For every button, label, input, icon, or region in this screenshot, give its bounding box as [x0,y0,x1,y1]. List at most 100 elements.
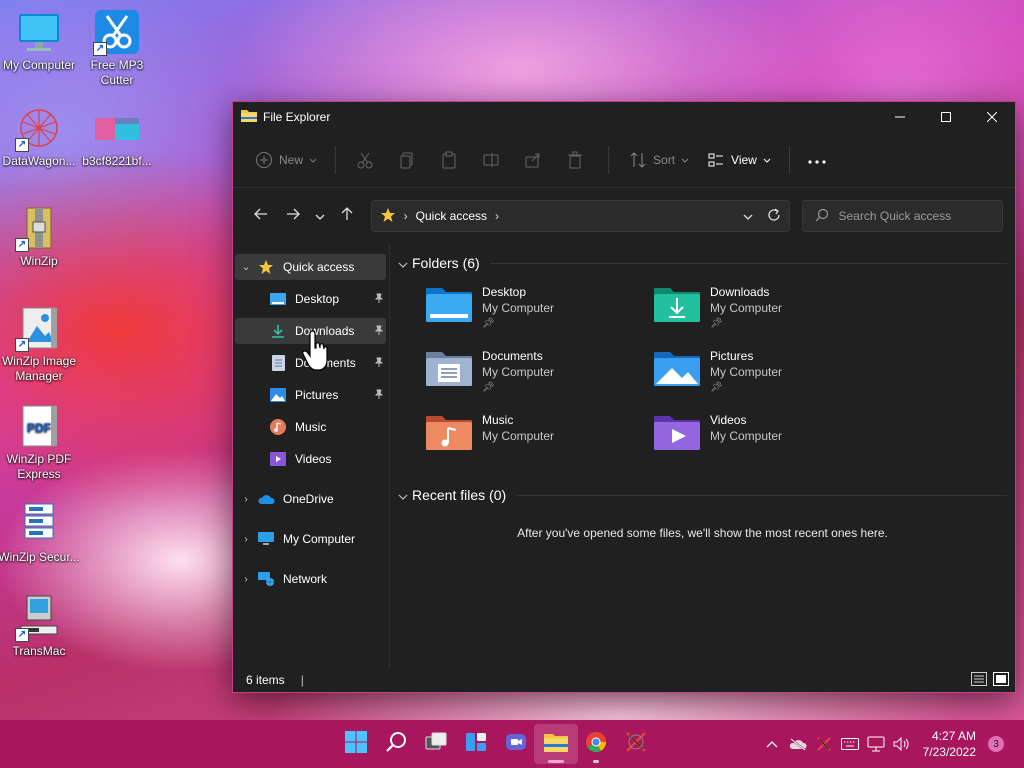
file-explorer-window[interactable]: File Explorer New Sort View › Quick acce… [232,101,1016,693]
nav-item-network[interactable]: › Network [235,566,386,592]
task-view-button[interactable] [414,724,458,764]
folder-tile-desktop[interactable]: Desktop My Computer 📌︎ [426,284,654,338]
more-icon [808,153,826,167]
window-title: File Explorer [263,110,331,124]
chevron-right-icon[interactable]: › [235,494,257,505]
nav-item-onedrive[interactable]: › OneDrive [235,486,386,512]
chat-button[interactable] [494,724,538,764]
breadcrumb-quick-access[interactable]: Quick access [416,209,487,223]
desktop-icon-label: WinZip [20,254,58,268]
desktop-icon-datawagon[interactable]: ↗ DataWagon... [0,104,80,169]
paste-button[interactable] [430,144,472,176]
pin-icon: 📌︎ [710,382,723,393]
taskbar-xtool[interactable] [614,724,658,764]
chevron-right-icon[interactable]: › [495,209,499,223]
hand-cursor-icon [302,330,332,376]
clock-date: 7/23/2022 [922,745,976,759]
desktop-icon-image-file[interactable]: b3cf8221bf... [76,104,158,169]
desktop-icon-winzip-secure[interactable]: WinZip Secur... [0,500,80,565]
volume-icon[interactable] [890,732,914,756]
nav-item-desktop[interactable]: Desktop [235,286,386,312]
desktop-icon-my-computer[interactable]: My Computer [0,8,80,73]
address-dropdown-button[interactable] [743,209,753,223]
close-button[interactable] [969,102,1015,132]
keyboard-icon[interactable] [838,732,862,756]
chevron-right-icon[interactable]: › [235,534,257,545]
title-bar[interactable]: File Explorer [233,102,1015,132]
folder-tile-videos[interactable]: Videos My Computer [654,412,882,466]
back-button[interactable] [245,200,277,232]
copy-button[interactable] [388,144,430,176]
folder-tile-documents[interactable]: Documents My Computer 📌︎ [426,348,654,402]
search-icon [385,731,407,758]
address-bar[interactable]: › Quick access › [370,200,790,232]
folder-name: Music [482,413,514,427]
folder-name: Desktop [482,285,527,299]
recent-files-section-header[interactable]: Recent files (0) [398,484,1007,506]
sort-button[interactable]: Sort [619,144,697,176]
refresh-button[interactable] [767,207,781,225]
folder-tile-pictures[interactable]: Pictures My Computer 📌︎ [654,348,882,402]
start-button[interactable] [334,724,378,764]
folders-grid: Desktop My Computer 📌︎ Downloads My Compute… [398,274,1007,466]
nav-item-my-computer[interactable]: › My Computer [235,526,386,552]
desktop-icon-transmac[interactable]: ↗ TransMac [0,594,80,659]
taskbar-file-explorer[interactable] [534,724,578,764]
chevron-right-icon[interactable]: › [235,574,257,585]
onedrive-offline-icon[interactable] [786,732,810,756]
forward-button[interactable] [277,200,309,232]
nav-item-videos[interactable]: Videos [235,446,386,472]
nav-item-label: My Computer [283,532,356,546]
search-input[interactable] [838,209,989,223]
taskbar-clock[interactable]: 4:27 AM 7/23/2022 [923,728,976,760]
nav-item-quick-access[interactable]: ⌄ Quick access [235,254,386,280]
desktop-icon-winzip-pdf-express[interactable]: PDF WinZip PDF Express [0,402,80,482]
folder-tile-downloads[interactable]: Downloads My Computer 📌︎ [654,284,882,338]
xtool-tray-icon[interactable] [812,732,836,756]
folder-tile-music[interactable]: Music My Computer [426,412,654,466]
minimize-button[interactable] [877,102,923,132]
taskbar-chrome[interactable] [574,724,618,764]
search-icon [815,208,829,225]
toolbar-divider [335,145,337,174]
recent-locations-button[interactable] [309,200,331,232]
music-icon [269,418,287,436]
chat-icon [505,731,527,758]
folders-section-header[interactable]: Folders (6) [398,252,1007,274]
nav-item-pictures[interactable]: Pictures [235,382,386,408]
network-status-icon[interactable] [864,732,888,756]
up-button[interactable] [331,200,363,232]
folder-icon [241,108,257,127]
details-view-button[interactable] [971,671,987,689]
nav-item-label: Videos [295,452,332,466]
chevron-down-icon [315,207,325,225]
nav-item-music[interactable]: Music [235,414,386,440]
view-icon [705,149,727,171]
share-button[interactable] [514,144,556,176]
recent-files-empty-message: After you've opened some files, we'll sh… [517,526,888,540]
delete-button[interactable] [556,144,598,176]
folders-heading: Folders (6) [412,255,480,271]
show-hidden-icons-button[interactable] [760,732,784,756]
folder-location: My Computer [482,301,555,315]
desktop-icon-free-mp3-cutter[interactable]: ↗ Free MP3 Cutter [76,8,158,88]
desktop-icon-winzip[interactable]: ↗ WinZip [0,204,80,269]
xcode-tool-icon [625,731,647,758]
view-button[interactable]: View [697,144,779,176]
desktop-icon-winzip-image-manager[interactable]: ↗ WinZip Image Manager [0,304,80,384]
more-options-button[interactable] [800,144,834,176]
transmac-icon: ↗ [15,594,63,642]
search-box[interactable] [801,200,1003,232]
widgets-button[interactable] [454,724,498,764]
rename-button[interactable] [472,144,514,176]
cut-button[interactable] [346,144,388,176]
plus-circle-icon [253,149,275,171]
new-button[interactable]: New [245,144,325,176]
winzip-secure-icon [15,500,63,548]
taskbar-search-button[interactable] [374,724,418,764]
notification-badge[interactable]: 3 [988,736,1004,752]
nav-item-label: Desktop [295,292,340,306]
chevron-down-icon[interactable]: ⌄ [235,262,257,273]
large-icons-view-button[interactable] [993,671,1009,689]
maximize-button[interactable] [923,102,969,132]
